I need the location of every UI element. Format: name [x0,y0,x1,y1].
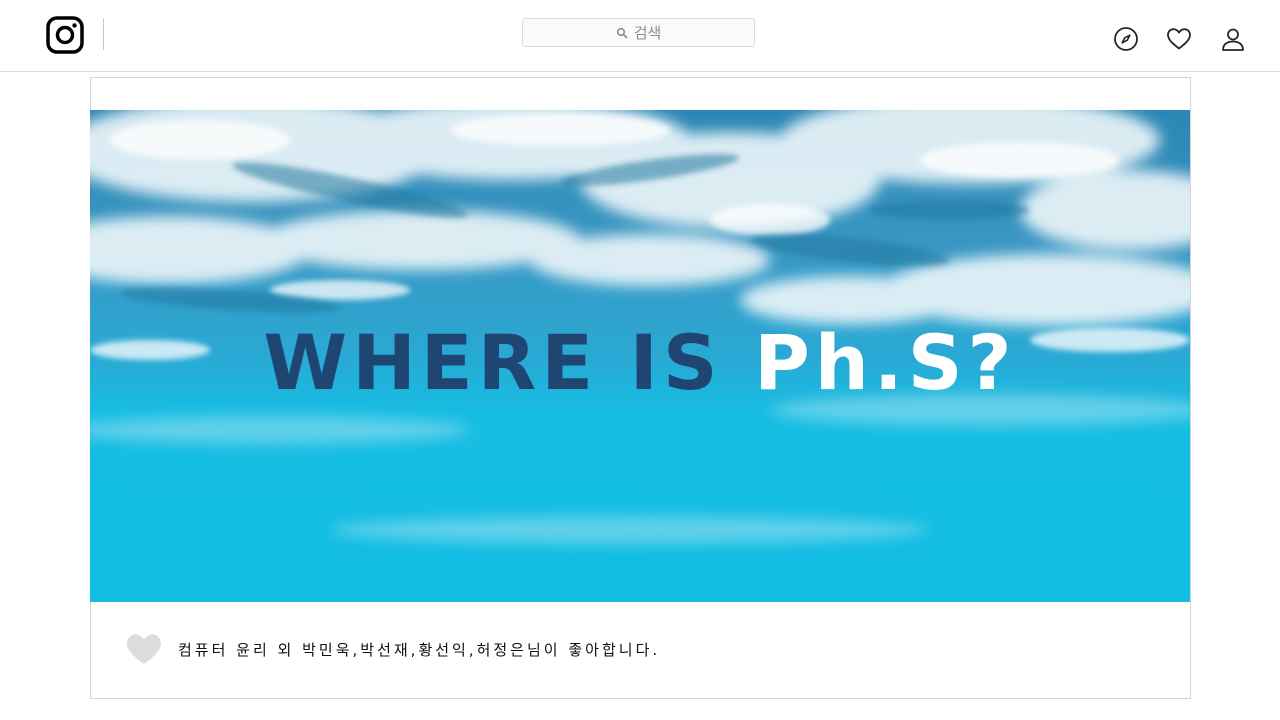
logo-divider [103,18,104,50]
search-input[interactable]: 검색 [522,18,755,47]
likes-row: 컴퓨터 윤리 외 박민욱,박선재,황선익,허정은님이 좋아합니다. [126,632,660,666]
heart-icon[interactable] [1166,26,1192,52]
top-navigation-bar: 검색 [0,0,1280,72]
search-icon [616,27,628,38]
compass-icon[interactable] [1113,26,1139,52]
likes-text: 컴퓨터 윤리 외 박민욱,박선재,황선익,허정은님이 좋아합니다. [178,640,661,659]
heart-icon[interactable] [126,633,162,665]
instagram-logo-icon[interactable] [46,16,84,54]
user-icon[interactable] [1220,26,1246,52]
headline-dark-text: WHERE IS [263,318,755,407]
search-placeholder-row: 검색 [523,19,754,46]
search-placeholder: 검색 [633,24,662,42]
headline-light-text: Ph.S? [754,318,1017,407]
post-headline: WHERE IS Ph.S? [90,318,1190,408]
